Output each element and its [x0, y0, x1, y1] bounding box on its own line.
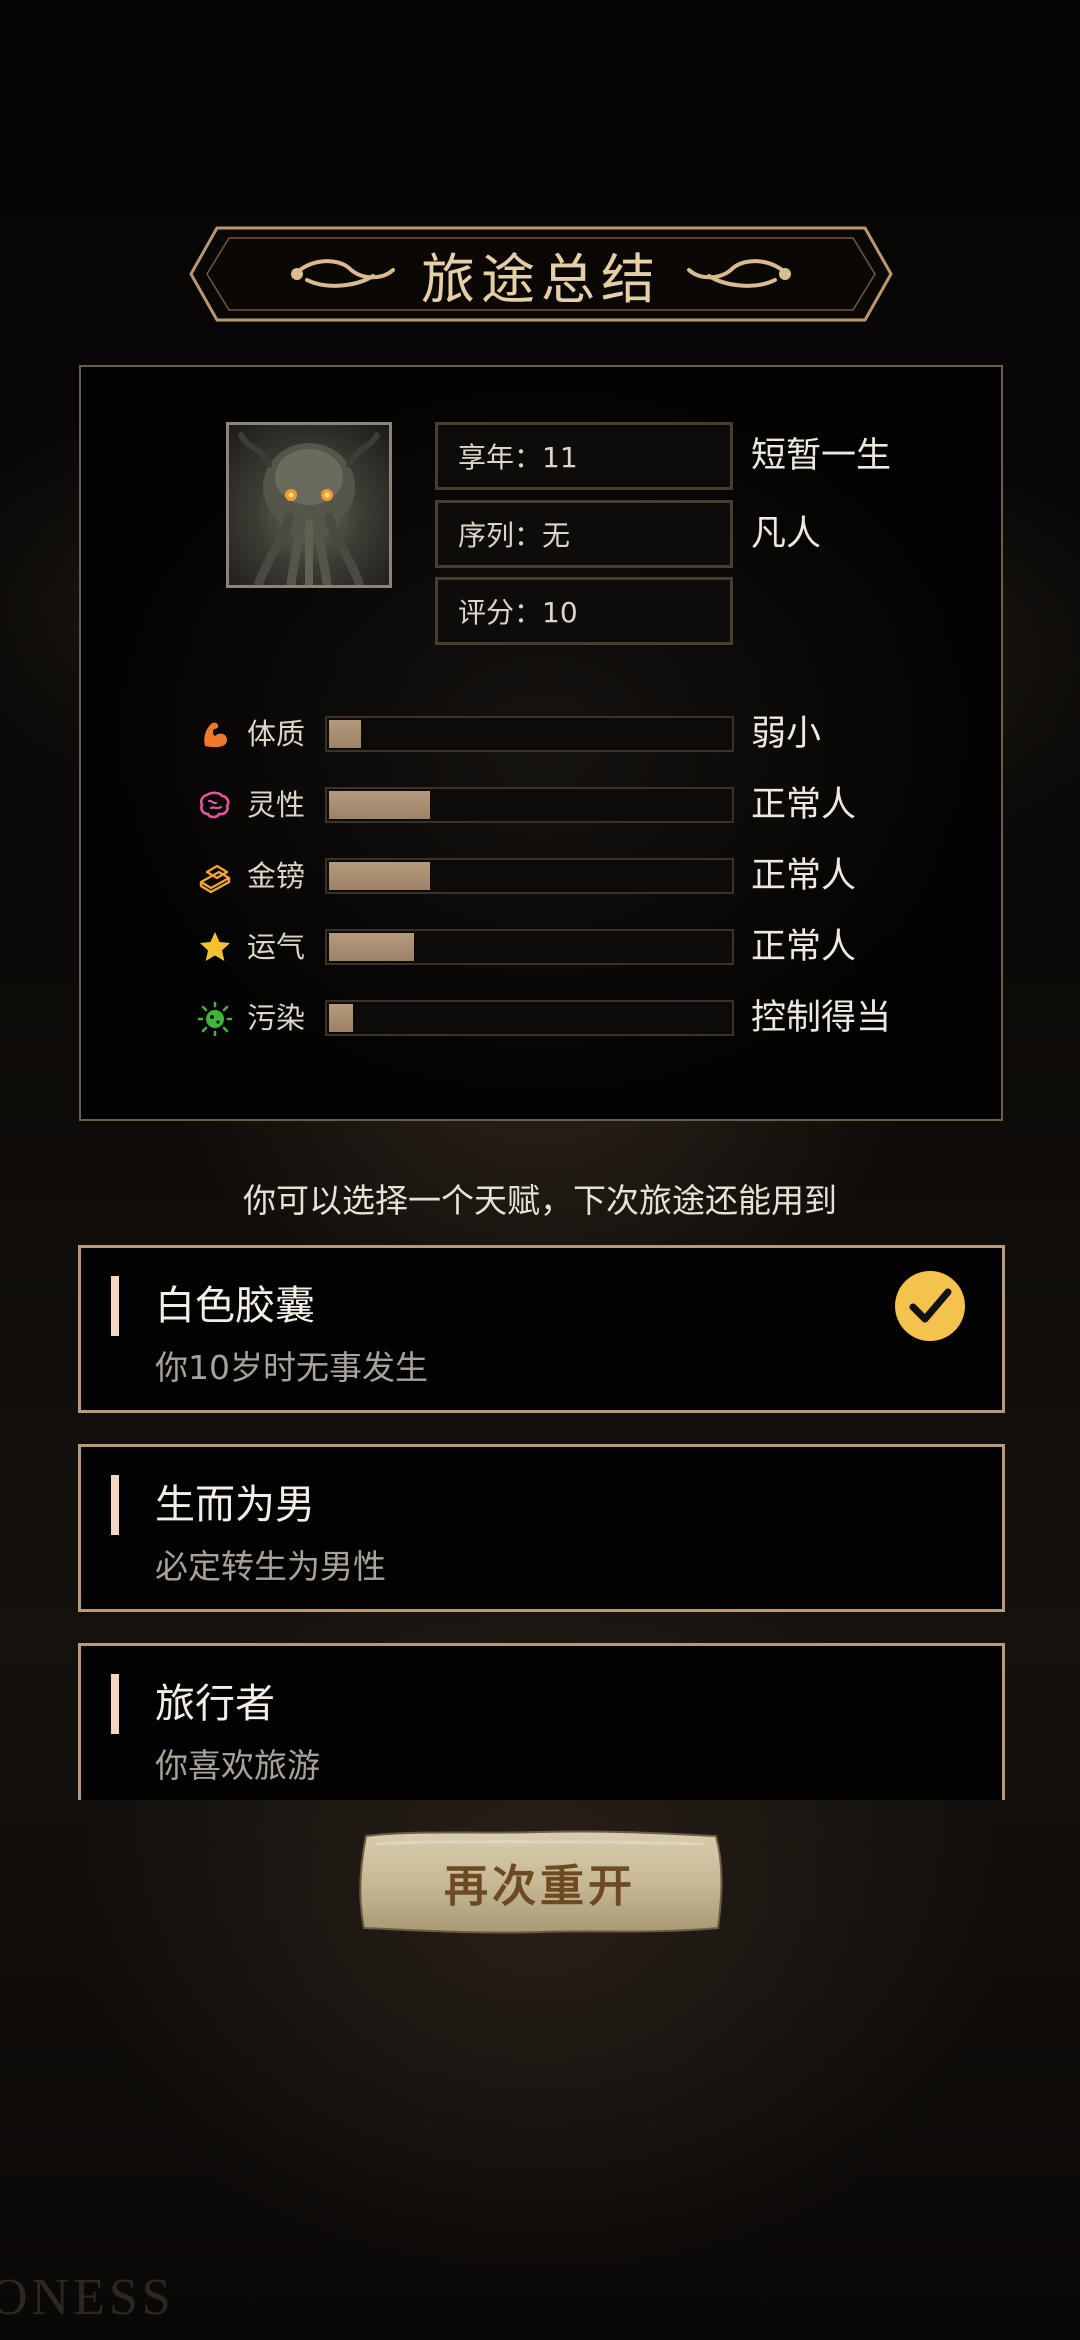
checkmark-icon[interactable] [894, 1270, 966, 1342]
stat-description: 弱小 [751, 714, 822, 754]
talent-description: 你10岁时无事发生 [155, 1348, 428, 1387]
talent-description: 你喜欢旅游 [155, 1746, 320, 1785]
stat-bar-fill [329, 791, 431, 819]
stat-row-spirituality: 灵性 正常人 [81, 785, 1005, 825]
talent-description: 必定转生为男性 [155, 1547, 386, 1586]
stat-label: 污染 [247, 1001, 306, 1035]
score-field: 评分：10 [435, 577, 733, 645]
muscle-arm-icon [204, 722, 227, 748]
stat-bar [325, 716, 734, 752]
restart-button[interactable]: 再次重开 [352, 1826, 728, 1938]
title-banner: 旅途总结 [187, 224, 895, 324]
virus-icon [197, 1001, 233, 1036]
background [0, 0, 1080, 2340]
stat-bar [325, 858, 734, 894]
talent-name: 白色胶囊 [155, 1283, 315, 1329]
brain-icon [199, 791, 230, 819]
stat-label: 灵性 [247, 788, 306, 822]
stat-description: 正常人 [751, 785, 857, 825]
age-description: 短暂一生 [751, 436, 892, 476]
talent-accent-bar [111, 1475, 119, 1535]
talent-hint-text: 你可以选择一个天赋，下次旅途还能用到 [243, 1181, 837, 1220]
talent-accent-bar [111, 1276, 119, 1336]
stat-row-pollution: 污染 控制得当 [81, 998, 1005, 1038]
stat-bar-fill [329, 1004, 354, 1032]
watermark-text: ONESS [0, 2269, 175, 2326]
stat-description: 正常人 [751, 856, 857, 896]
talent-card[interactable]: 生而为男 必定转生为男性 [78, 1444, 1005, 1612]
stat-bar [325, 1000, 734, 1036]
gold-bars-icon [199, 864, 231, 894]
stat-bar-fill [329, 933, 415, 961]
stat-label: 金镑 [247, 859, 306, 893]
stat-description: 正常人 [751, 927, 857, 967]
stat-bar [325, 929, 734, 965]
talent-name: 旅行者 [155, 1681, 275, 1727]
stat-label: 运气 [247, 930, 306, 964]
stat-bar-fill [329, 862, 431, 890]
talent-card[interactable]: 白色胶囊 你10岁时无事发生 [78, 1245, 1005, 1413]
page-title: 旅途总结 [421, 247, 661, 311]
restart-button-label: 再次重开 [444, 1861, 636, 1912]
stat-description: 控制得当 [751, 998, 892, 1038]
tentacle-creature-icon [238, 432, 380, 585]
stat-bar-fill [329, 720, 362, 748]
stat-label: 体质 [247, 717, 306, 751]
talent-name: 生而为男 [155, 1482, 315, 1528]
stat-row-gold: 金镑 正常人 [81, 856, 1005, 896]
stat-row-luck: 运气 正常人 [81, 927, 1005, 967]
talent-card[interactable]: 旅行者 你喜欢旅游 [78, 1643, 1005, 1800]
sequence-description: 凡人 [751, 514, 822, 554]
sequence-field: 序列：无 [435, 500, 733, 568]
age-field: 享年：11 [435, 422, 733, 490]
stat-bar [325, 787, 734, 823]
stat-row-constitution: 体质 弱小 [81, 714, 1005, 754]
avatar [226, 422, 392, 588]
talent-accent-bar [111, 1674, 119, 1734]
talent-list[interactable]: 白色胶囊 你10岁时无事发生 生而为男 必定转生为男性 旅行者 你喜欢旅游 [0, 1240, 1080, 1800]
star-icon [200, 932, 230, 961]
summary-panel: 享年：11 短暂一生 序列：无 凡人 评分：10 体质 弱小 灵性 正常人 金镑 [79, 365, 1003, 1121]
